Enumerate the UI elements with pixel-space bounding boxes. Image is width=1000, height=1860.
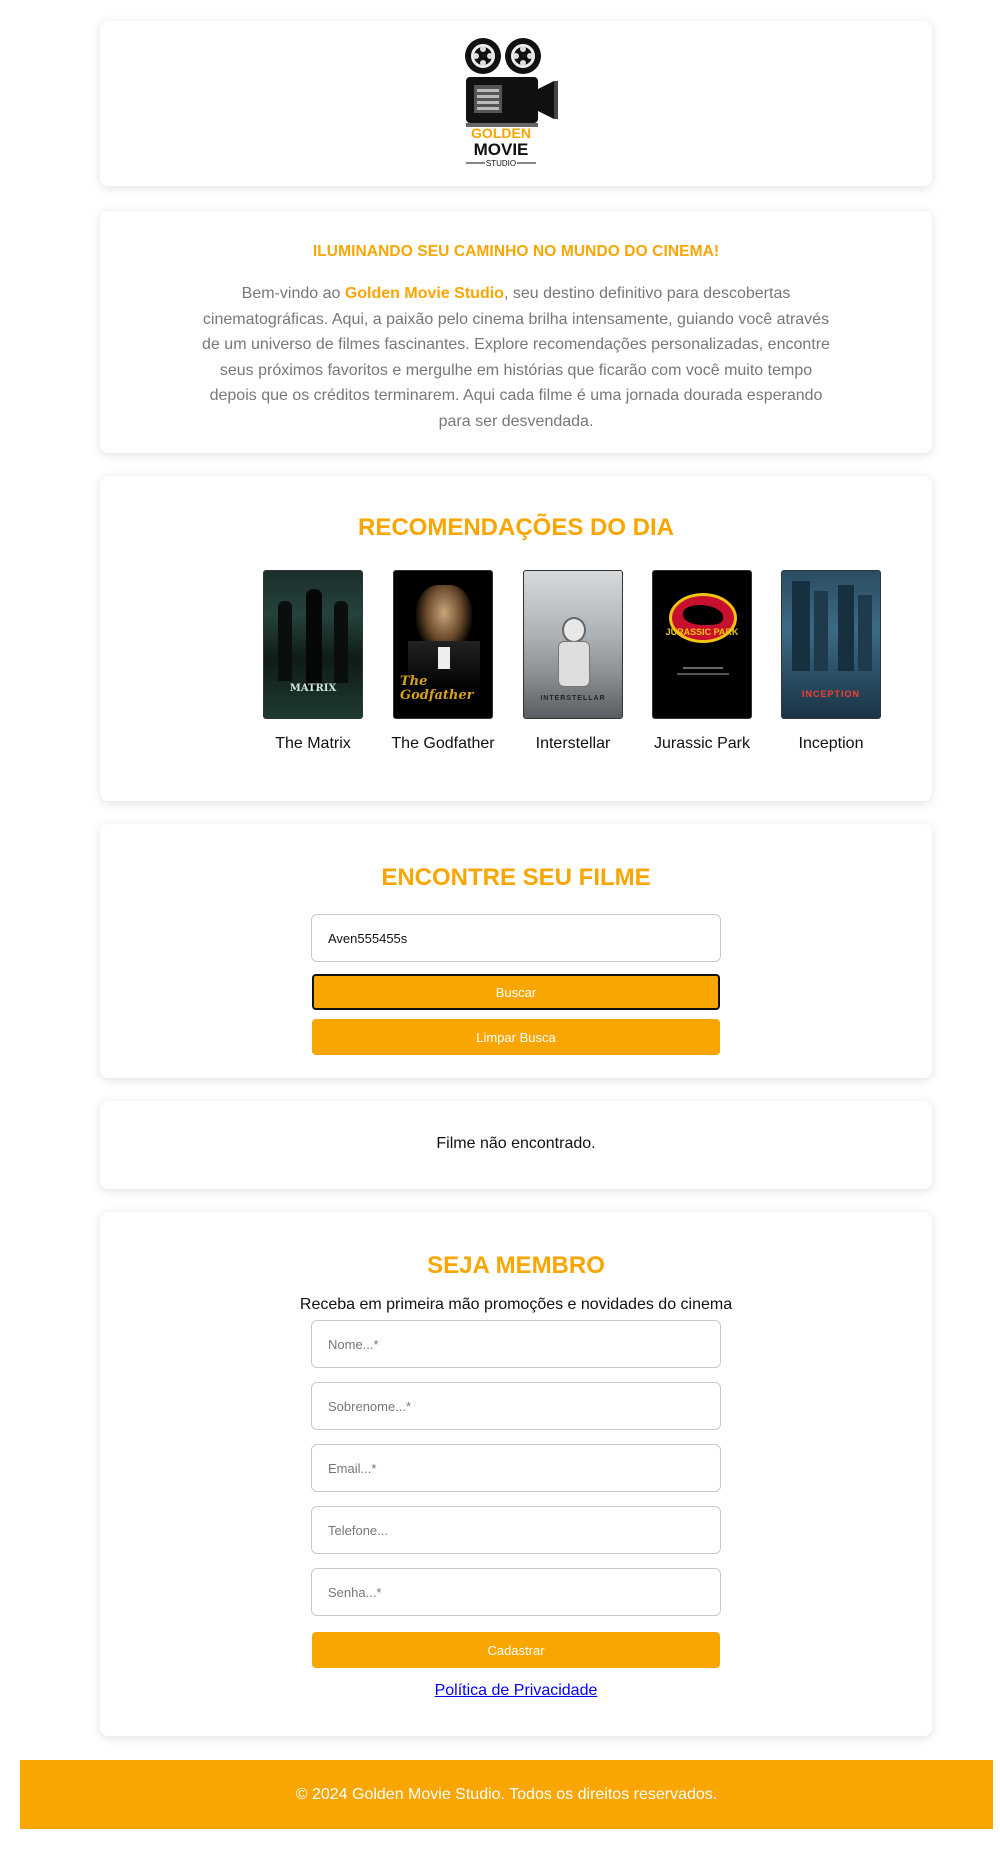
email-input[interactable] — [311, 1444, 721, 1492]
movie-card-inception[interactable]: INCEPTION Inception — [776, 570, 886, 753]
movie-title-godfather: The Godfather — [391, 735, 495, 752]
search-button[interactable]: Buscar — [312, 974, 720, 1010]
poster-title-interstellar: INTERSTELLAR — [540, 695, 606, 702]
search-card: ENCONTRE SEU FILME Buscar Limpar Busca — [100, 824, 932, 1078]
movie-title-jurassic-park: Jurassic Park — [653, 735, 751, 752]
poster-title-godfather: The Godfather — [400, 674, 474, 703]
poster-title-inception: INCEPTION — [801, 689, 860, 699]
phone-input[interactable] — [311, 1506, 721, 1554]
movie-search-input[interactable] — [311, 914, 721, 962]
movie-title-matrix: The Matrix — [275, 735, 351, 752]
movie-title-interstellar: Interstellar — [535, 735, 611, 752]
membership-subtitle: Receba em primeira mão promoções e novid… — [299, 1296, 733, 1313]
last-name-input[interactable] — [311, 1382, 721, 1430]
search-title: ENCONTRE SEU FILME — [381, 864, 651, 891]
movie-poster-godfather[interactable]: The Godfather — [393, 570, 493, 719]
projector-camera-icon: GOLDEN MOVIE STUDIO — [465, 38, 558, 168]
logo-card: GOLDEN MOVIE STUDIO — [100, 21, 932, 186]
movie-poster-interstellar[interactable]: INTERSTELLAR — [523, 570, 623, 719]
intro-card: ILUMINANDO SEU CAMINHO NO MUNDO DO CINEM… — [100, 211, 932, 453]
movie-title-inception: Inception — [798, 735, 864, 752]
movie-poster-jurassic-park[interactable]: JURASSIC PARK — [652, 570, 752, 719]
search-result-card: Filme não encontrado. — [100, 1101, 932, 1189]
membership-card: SEJA MEMBRO Receba em primeira mão promo… — [100, 1212, 932, 1736]
movie-card-jurassic-park[interactable]: JURASSIC PARK Jurassic Park — [647, 570, 757, 753]
logo[interactable]: GOLDEN MOVIE STUDIO — [458, 37, 574, 171]
privacy-policy-link[interactable]: Política de Privacidade — [100, 1682, 932, 1700]
logo-studio-text: STUDIO — [486, 159, 516, 168]
membership-title: SEJA MEMBRO — [427, 1252, 605, 1279]
recommendations-title: RECOMENDAÇÕES DO DIA — [357, 514, 675, 541]
poster-title-matrix: MATRIX — [289, 683, 337, 694]
password-input[interactable] — [311, 1568, 721, 1616]
movie-poster-matrix[interactable]: MATRIX — [263, 570, 363, 719]
poster-title-jurassic-park: JURASSIC PARK — [665, 627, 739, 637]
first-name-input[interactable] — [311, 1320, 721, 1368]
footer-copyright: © 2024 Golden Movie Studio. Todos os dir… — [295, 1786, 718, 1803]
intro-heading: ILUMINANDO SEU CAMINHO NO MUNDO DO CINEM… — [312, 243, 720, 260]
intro-text: Bem-vindo ao Golden Movie Studio, seu de… — [200, 281, 832, 434]
movie-card-godfather[interactable]: The Godfather The Godfather — [388, 570, 498, 753]
clear-search-button[interactable]: Limpar Busca — [312, 1019, 720, 1055]
footer: © 2024 Golden Movie Studio. Todos os dir… — [20, 1760, 993, 1829]
movie-poster-inception[interactable]: INCEPTION — [781, 570, 881, 719]
recommendations-card: RECOMENDAÇÕES DO DIA MATRIX The Matrix T… — [100, 476, 932, 801]
search-result-message: Filme não encontrado. — [436, 1135, 596, 1152]
movie-card-interstellar[interactable]: INTERSTELLAR Interstellar — [518, 570, 628, 753]
logo-golden-text: GOLDEN — [471, 125, 531, 141]
logo-movie-text: MOVIE — [474, 140, 529, 159]
intro-text-start: Bem-vindo ao — [241, 285, 345, 302]
intro-text-rest: , seu destino definitivo para descoberta… — [202, 285, 830, 430]
intro-brand-name: Golden Movie Studio — [344, 285, 504, 302]
movie-card-matrix[interactable]: MATRIX The Matrix — [258, 570, 368, 753]
register-button[interactable]: Cadastrar — [312, 1632, 720, 1668]
